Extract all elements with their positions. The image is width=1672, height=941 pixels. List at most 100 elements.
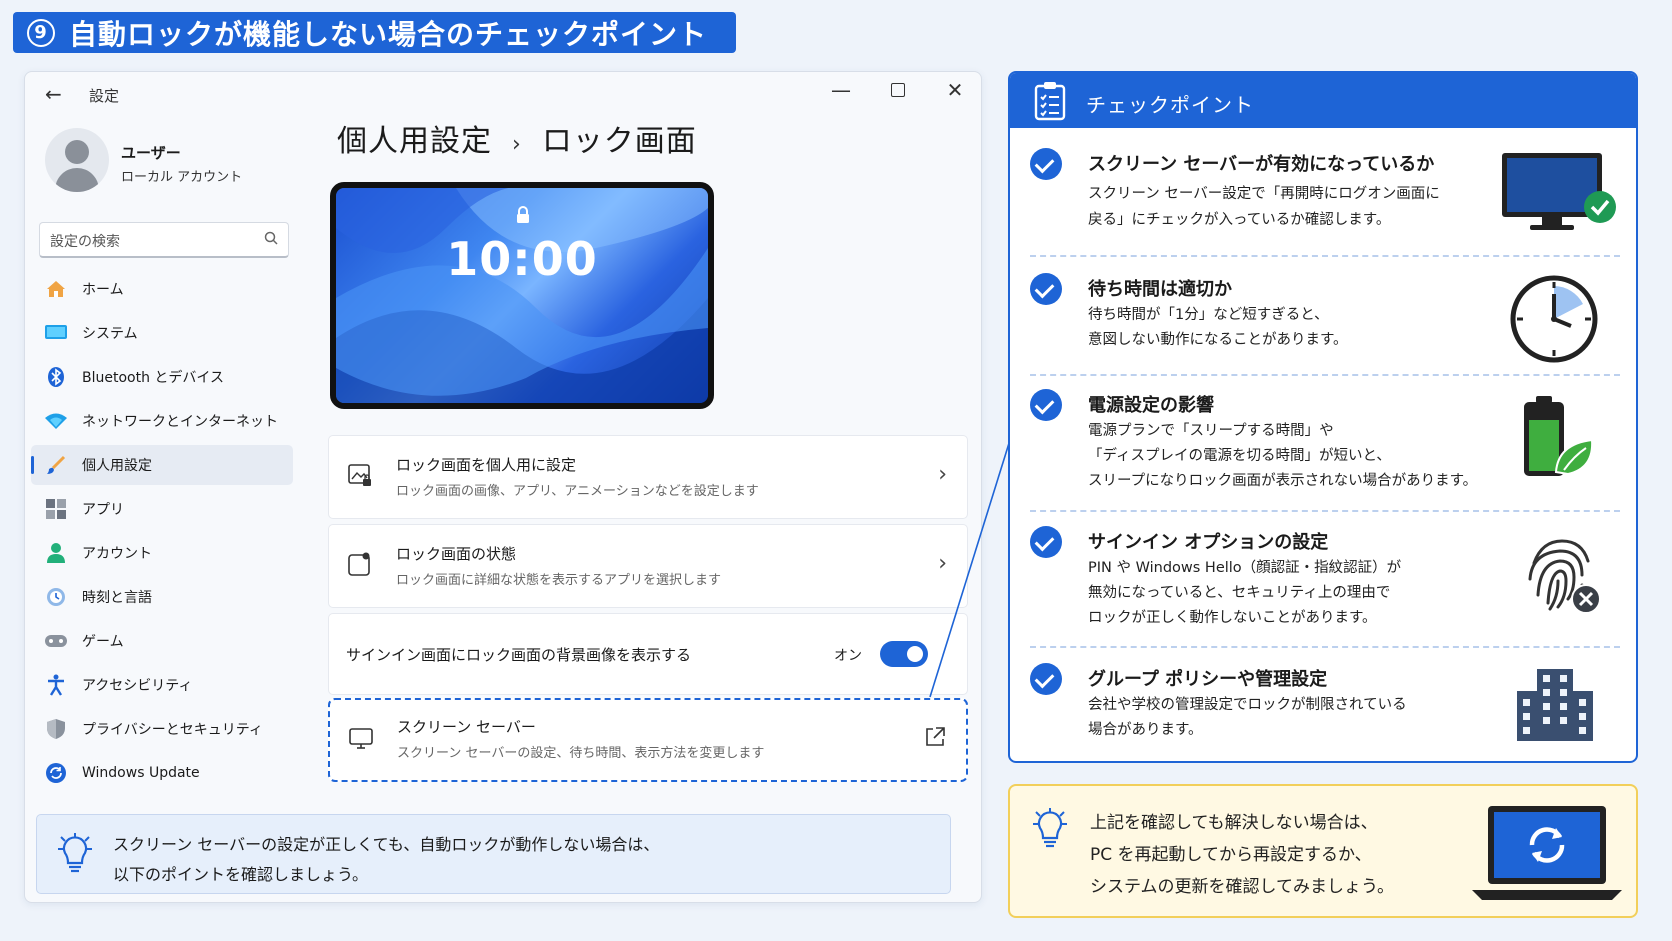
fingerprint-x-icon: [1520, 533, 1604, 621]
bluetooth-icon: [44, 365, 68, 389]
checkpoint-title: 待ち時間は適切か: [1088, 279, 1232, 300]
lightbulb-icon: [57, 833, 93, 879]
sidebar-item-label: 個人用設定: [82, 458, 152, 474]
sidebar-item-label: ホーム: [82, 282, 124, 298]
gaming-icon: [44, 629, 68, 653]
personalize-lock-screen-card[interactable]: ロック画面を個人用に設定 ロック画面の画像、アプリ、アニメーションなどを設定しま…: [328, 435, 968, 519]
check-circle-icon: [1030, 273, 1062, 305]
search-placeholder: 設定の検索: [50, 234, 120, 250]
search-input[interactable]: 設定の検索: [39, 222, 289, 258]
open-external-icon: [924, 726, 946, 754]
check-circle-icon: [1030, 148, 1062, 180]
brush-icon: [44, 453, 68, 477]
breadcrumb-parent[interactable]: 個人用設定: [337, 124, 492, 159]
checkpoint-text: 会社や学校の管理設定でロックが制限されている: [1088, 697, 1407, 713]
time-language-icon: [44, 585, 68, 609]
window-title: 設定: [89, 87, 120, 105]
close-button[interactable]: ✕: [940, 78, 970, 102]
sidebar-item-bluetooth[interactable]: Bluetooth とデバイス: [31, 357, 293, 397]
settings-window: ← 設定 — ✕ ユーザー ローカル アカウント 設定の検索 ホーム システム …: [24, 71, 982, 903]
sidebar-item-system[interactable]: システム: [31, 313, 293, 353]
divider: [1030, 255, 1620, 257]
back-arrow-icon[interactable]: ←: [45, 82, 62, 106]
checkpoint-title: スクリーン セーバーが有効になっているか: [1088, 154, 1435, 175]
clock-icon: [1509, 274, 1599, 368]
panel-header: チェックポイント: [1010, 73, 1636, 128]
signin-background-toggle[interactable]: [880, 641, 928, 667]
laptop-restart-icon: [1472, 806, 1622, 906]
checkpoint-text: スリープになりロック画面が表示されない場合があります。: [1088, 473, 1478, 489]
signin-background-card: サインイン画面にロック画面の背景画像を表示する オン: [328, 613, 968, 695]
page-title: ロック画面: [541, 124, 697, 159]
maximize-button[interactable]: [883, 78, 913, 102]
checkpoint-title: サインイン オプションの設定: [1088, 532, 1329, 553]
tip-line-2: PC を再起動してから再設定するか、: [1090, 845, 1372, 865]
checkpoint-text: PIN や Windows Hello（顔認証・指紋認証）が: [1088, 560, 1402, 576]
checkpoint-text: 意図しない動作になることがあります。: [1088, 332, 1348, 348]
step-number: 9: [27, 18, 55, 47]
tip-line-1: 上記を確認しても解決しない場合は、: [1090, 813, 1378, 833]
sidebar-item-gaming[interactable]: ゲーム: [31, 621, 293, 661]
card-title: スクリーン セーバー: [397, 718, 536, 736]
divider: [1030, 374, 1620, 376]
divider: [1030, 510, 1620, 512]
title-banner: 9 自動ロックが機能しない場合のチェックポイント: [13, 12, 736, 53]
account-icon: [44, 541, 68, 565]
note-line-1: スクリーン セーバーの設定が正しくても、自動ロックが動作しない場合は、: [113, 835, 660, 854]
card-description: ロック画面に詳細な状態を表示するアプリを選択します: [396, 573, 722, 588]
sidebar-item-home[interactable]: ホーム: [31, 269, 293, 309]
sidebar-item-label: ゲーム: [82, 634, 124, 650]
note-line-2: 以下のポイントを確認しましょう。: [113, 865, 369, 884]
banner-title: 自動ロックが機能しない場合のチェックポイント: [69, 17, 708, 51]
tip-line-3: システムの更新を確認してみましょう。: [1090, 877, 1394, 897]
sidebar-item-label: アクセシビリティ: [82, 678, 193, 694]
check-circle-icon: [1030, 526, 1062, 558]
card-title: ロック画面の状態: [396, 545, 517, 563]
title-bar: ← 設定 — ✕: [25, 72, 981, 118]
lock-screen-preview: 10:00: [330, 182, 714, 409]
screen-saver-card[interactable]: スクリーン セーバー スクリーン セーバーの設定、待ち時間、表示方法を変更します: [328, 698, 968, 782]
check-circle-icon: [1030, 389, 1062, 421]
sidebar-item-apps[interactable]: アプリ: [31, 489, 293, 529]
building-icon: [1515, 669, 1595, 745]
sidebar-item-label: プライバシーとセキュリティ: [82, 722, 263, 738]
check-circle-icon: [1030, 663, 1062, 695]
checkpoint-title: グループ ポリシーや管理設定: [1088, 669, 1328, 690]
toggle-state-label: オン: [834, 648, 862, 664]
sidebar-item-network[interactable]: ネットワークとインターネット: [31, 401, 293, 441]
monitor-icon: [348, 726, 374, 756]
sidebar-item-accounts[interactable]: アカウント: [31, 533, 293, 573]
maximize-icon: [891, 83, 905, 97]
checkpoint-text: 電源プランで「スリープする時間」や: [1088, 423, 1334, 439]
sidebar-item-privacy[interactable]: プライバシーとセキュリティ: [31, 709, 293, 749]
breadcrumb-separator: ›: [512, 132, 522, 157]
checkpoints-panel: チェックポイント スクリーン セーバーが有効になっているか スクリーン セーバー…: [1008, 71, 1638, 763]
shield-icon: [44, 717, 68, 741]
sidebar-item-accessibility[interactable]: アクセシビリティ: [31, 665, 293, 705]
lightbulb-icon: [1032, 808, 1068, 854]
sidebar-item-label: システム: [82, 326, 138, 342]
sidebar-item-label: Bluetooth とデバイス: [82, 370, 224, 386]
checkpoint-text: 戻る」にチェックが入っているか確認します。: [1088, 212, 1391, 228]
chevron-right-icon: ›: [938, 551, 947, 576]
lock-screen-time: 10:00: [446, 232, 598, 286]
checkpoint-text: 待ち時間が「1分」など短すぎると、: [1088, 307, 1329, 323]
avatar[interactable]: [45, 128, 109, 192]
checkpoint-text: スクリーン セーバー設定で「再開時にログオン画面に: [1088, 186, 1440, 202]
sidebar-item-windows-update[interactable]: Windows Update: [31, 753, 293, 793]
info-note: スクリーン セーバーの設定が正しくても、自動ロックが動作しない場合は、 以下のポ…: [36, 814, 951, 894]
user-name: ユーザー: [121, 144, 181, 162]
sidebar-item-label: ネットワークとインターネット: [82, 414, 278, 430]
network-icon: [44, 409, 68, 433]
system-icon: [44, 321, 68, 345]
sidebar-item-personalization[interactable]: 個人用設定: [31, 445, 293, 485]
image-lock-icon: [347, 462, 373, 494]
sidebar-item-time-language[interactable]: 時刻と言語: [31, 577, 293, 617]
update-icon: [44, 761, 68, 785]
card-title: サインイン画面にロック画面の背景画像を表示する: [346, 646, 692, 664]
lock-screen-status-card[interactable]: ロック画面の状態 ロック画面に詳細な状態を表示するアプリを選択します ›: [328, 524, 968, 608]
checkpoint-text: 無効になっていると、セキュリティ上の理由で: [1088, 585, 1391, 601]
clipboard-icon: [1034, 81, 1066, 125]
tip-box: 上記を確認しても解決しない場合は、 PC を再起動してから再設定するか、 システ…: [1008, 784, 1638, 918]
minimize-button[interactable]: —: [826, 78, 856, 102]
